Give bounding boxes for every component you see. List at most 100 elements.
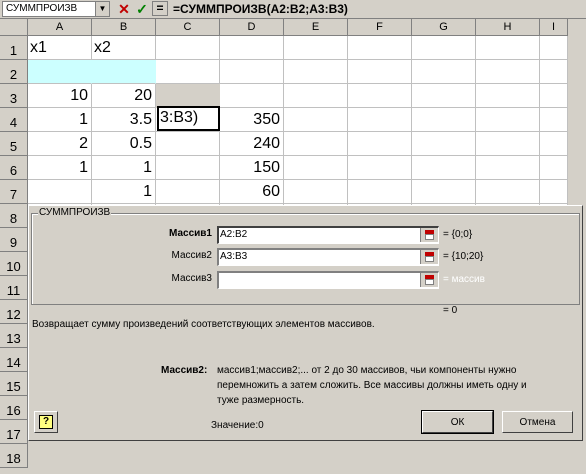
row-header-14[interactable]: 14 [0,348,28,372]
cell-i7[interactable] [540,180,568,204]
col-header-b[interactable]: B [92,19,156,36]
cell-g7[interactable] [412,180,476,204]
arg-input-3[interactable] [217,271,439,289]
cell-e3[interactable] [284,84,348,108]
cell-h3[interactable] [476,84,540,108]
cell-f4[interactable] [348,108,412,132]
cell-d7[interactable]: 60 [220,180,284,204]
cell-h2[interactable] [476,60,540,84]
cell-e6[interactable] [284,156,348,180]
col-header-g[interactable]: G [412,19,476,36]
cell-g1[interactable] [412,36,476,60]
cell-b3[interactable]: 20 [92,84,156,108]
row-header-1[interactable]: 1 [0,36,28,60]
cell-g4[interactable] [412,108,476,132]
cell-a4[interactable]: 1 [28,108,92,132]
col-header-e[interactable]: E [284,19,348,36]
active-cell-c3[interactable]: 3:B3) [157,106,220,131]
row-header-16[interactable]: 16 [0,396,28,420]
cell-f3[interactable] [348,84,412,108]
name-box[interactable]: СУММПРОИЗВ ▼ [2,1,110,17]
formula-input[interactable]: =СУММПРОИЗВ(A2:B2;A3:B3) [173,1,348,17]
cell-i6[interactable] [540,156,568,180]
cell-g6[interactable] [412,156,476,180]
ok-button[interactable]: ОК [421,410,494,434]
cell-b1[interactable]: x2 [92,36,156,60]
cell-d4[interactable]: 350 [220,108,284,132]
cell-b4[interactable]: 3.5 [92,108,156,132]
row-header-11[interactable]: 11 [0,276,28,300]
cancel-button[interactable]: Отмена [502,411,573,433]
row-header-10[interactable]: 10 [0,252,28,276]
cell-i5[interactable] [540,132,568,156]
cell-a5[interactable]: 2 [28,132,92,156]
cell-h1[interactable] [476,36,540,60]
row-header-12[interactable]: 12 [0,300,28,324]
cell-a3[interactable]: 10 [28,84,92,108]
col-header-f[interactable]: F [348,19,412,36]
row-header-4[interactable]: 4 [0,108,28,132]
cell-e4[interactable] [284,108,348,132]
row-header-7[interactable]: 7 [0,180,28,204]
insert-function-button[interactable]: = [152,1,168,16]
cell-i2[interactable] [540,60,568,84]
cell-g2[interactable] [412,60,476,84]
cell-c2[interactable] [156,60,220,84]
cell-c6[interactable] [156,156,220,180]
row-header-2[interactable]: 2 [0,60,28,84]
cell-e5[interactable] [284,132,348,156]
cell-c5[interactable] [156,132,220,156]
arg-input-1[interactable]: A2:B2 [217,226,439,244]
cell-h7[interactable] [476,180,540,204]
cell-d1[interactable] [220,36,284,60]
cell-i3[interactable] [540,84,568,108]
cell-h5[interactable] [476,132,540,156]
arg-input-2[interactable]: A3:B3 [217,248,439,266]
cell-f5[interactable] [348,132,412,156]
cell-a6[interactable]: 1 [28,156,92,180]
row-header-15[interactable]: 15 [0,372,28,396]
row-header-18[interactable]: 18 [0,444,28,468]
row-header-3[interactable]: 3 [0,84,28,108]
help-button[interactable]: ? [34,411,58,433]
chevron-down-icon[interactable]: ▼ [95,2,109,16]
cell-a1[interactable]: x1 [28,36,92,60]
cell-h6[interactable] [476,156,540,180]
cell-a7[interactable] [28,180,92,204]
cell-d2[interactable] [220,60,284,84]
enter-icon[interactable]: ✓ [133,1,151,17]
cell-e7[interactable] [284,180,348,204]
row-header-6[interactable]: 6 [0,156,28,180]
row-header-8[interactable]: 8 [0,204,28,228]
cell-d3[interactable] [220,84,284,108]
row-header-17[interactable]: 17 [0,420,28,444]
cell-d5[interactable]: 240 [220,132,284,156]
row-header-9[interactable]: 9 [0,228,28,252]
cell-f1[interactable] [348,36,412,60]
cell-h4[interactable] [476,108,540,132]
cancel-icon[interactable]: ✕ [115,1,133,17]
row-header-5[interactable]: 5 [0,132,28,156]
col-header-a[interactable]: A [28,19,92,36]
select-all-corner[interactable] [0,19,28,36]
cell-f6[interactable] [348,156,412,180]
col-header-h[interactable]: H [476,19,540,36]
cell-c1[interactable] [156,36,220,60]
cell-b7[interactable]: 1 [92,180,156,204]
cell-i1[interactable] [540,36,568,60]
cell-g3[interactable] [412,84,476,108]
collapse-dialog-icon[interactable] [420,250,438,264]
cell-c7[interactable] [156,180,220,204]
collapse-dialog-icon[interactable] [420,273,438,287]
row-header-13[interactable]: 13 [0,324,28,348]
col-header-i[interactable]: I [540,19,568,36]
cell-f7[interactable] [348,180,412,204]
col-header-d[interactable]: D [220,19,284,36]
cell-i4[interactable] [540,108,568,132]
cell-f2[interactable] [348,60,412,84]
cell-e2[interactable] [284,60,348,84]
cell-d6[interactable]: 150 [220,156,284,180]
cell-a2[interactable] [28,60,92,84]
cell-b2[interactable] [92,60,156,84]
cell-b5[interactable]: 0.5 [92,132,156,156]
